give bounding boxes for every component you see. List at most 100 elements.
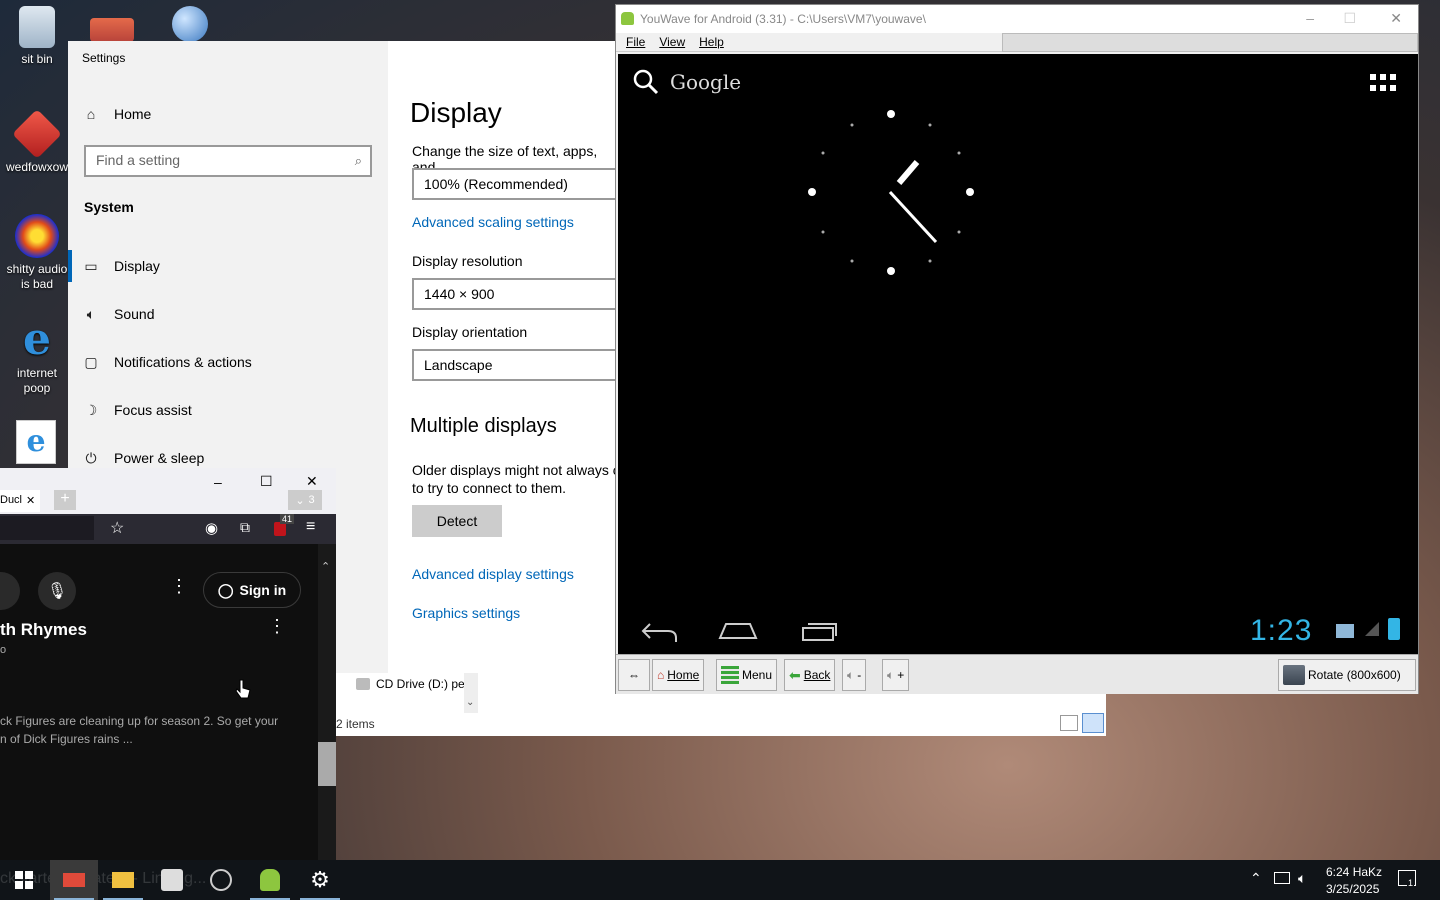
desktop-icon-audio[interactable]: shitty audio is bad — [4, 214, 70, 292]
chevron-up-icon[interactable]: ⌃ — [1250, 870, 1262, 887]
nav-focus-assist[interactable]: ☽ Focus assist — [82, 398, 192, 422]
notification-icon: ▢ — [84, 353, 98, 370]
back-label: Back — [803, 668, 831, 682]
orientation-label: Display orientation — [412, 324, 528, 340]
youwave-title: YouWave for Android (3.31) - C:\Users\VM… — [640, 12, 926, 26]
volume-up-button[interactable]: 🔈︎ + — [882, 659, 910, 691]
nav-home[interactable]: ⌂ Home — [82, 102, 152, 126]
back-button[interactable]: ⬅ Back — [784, 659, 836, 691]
android-recents-icon[interactable] — [800, 620, 840, 642]
taskbar-app-media[interactable] — [197, 860, 245, 900]
nav-home-label: Home — [114, 106, 152, 122]
globe-icon[interactable] — [172, 6, 208, 42]
resolution-value: 1440 × 900 — [424, 286, 495, 302]
android-screen[interactable]: Google 1:23 — [618, 54, 1418, 654]
youwave-toolbar: ⇔ ⌂ Home Menu ⬅ Back 🔈︎ - 🔈︎ + Rotate (8… — [616, 654, 1418, 694]
orientation-value: Landscape — [424, 357, 493, 373]
start-button[interactable] — [0, 860, 48, 900]
menu-file[interactable]: File — [626, 35, 645, 49]
menu-button[interactable]: Menu — [716, 659, 778, 691]
network-icon[interactable] — [1274, 872, 1290, 884]
system-clock[interactable]: 6:24 HaKz 3/25/2025 — [1326, 864, 1382, 898]
search-placeholder: Find a setting — [96, 152, 181, 168]
video-options-icon[interactable]: ⋮ — [268, 616, 286, 637]
menu-help[interactable]: Help — [699, 35, 724, 49]
power-icon: ⏻ — [85, 449, 97, 466]
minimize-button[interactable]: – — [214, 474, 222, 490]
nav-focus-label: Focus assist — [114, 402, 192, 418]
browser-tab[interactable]: Ducl ✕ — [0, 490, 40, 512]
close-button[interactable]: ✕ — [1390, 10, 1402, 27]
rotate-button[interactable]: Rotate (800x600) — [1278, 659, 1416, 691]
video-title[interactable]: th Rhymes — [0, 620, 87, 640]
extensions-icon[interactable]: ⧉ — [240, 519, 250, 536]
cd-drive-item[interactable]: CD Drive (D:) pe — [356, 677, 465, 691]
taskbar-app-youwave[interactable] — [246, 860, 294, 900]
tab-list-button[interactable]: ⌄ 3 — [288, 490, 322, 510]
nav-power-sleep[interactable]: ⏻ Power & sleep — [82, 446, 204, 470]
multiple-displays-heading: Multiple displays — [410, 415, 557, 437]
youtube-page: 🎙︎ ⋮ ◯ Sign in th Rhymes ⋮ o ck Figures … — [0, 544, 318, 862]
maximize-button[interactable]: ☐ — [260, 473, 273, 490]
more-options-icon[interactable]: ⋮ — [170, 576, 188, 597]
volume-down-button[interactable]: 🔈︎ - — [842, 659, 867, 691]
page-scrollbar[interactable]: ⌃ — [318, 560, 336, 862]
youwave-menubar: File View Help — [616, 33, 1002, 52]
sign-in-button[interactable]: ◯ Sign in — [203, 572, 301, 608]
scrollbar-thumb[interactable] — [318, 742, 336, 786]
resolution-dropdown[interactable]: 1440 × 900 — [412, 278, 620, 310]
google-search-bar[interactable]: Google — [632, 68, 741, 96]
taskbar-app-red-box[interactable] — [50, 860, 98, 900]
sign-in-label: Sign in — [239, 582, 287, 598]
advanced-scaling-link[interactable]: Advanced scaling settings — [412, 214, 574, 230]
desktop-icon-partial-1[interactable] — [90, 18, 134, 42]
account-icon[interactable]: ◉ — [205, 519, 218, 537]
hamburger-menu-icon[interactable]: ≡ — [306, 518, 315, 536]
analog-clock-widget[interactable] — [796, 100, 986, 290]
url-bar[interactable] — [0, 516, 94, 540]
orientation-dropdown[interactable]: Landscape — [412, 349, 620, 381]
resize-button[interactable]: ⇔ — [618, 659, 650, 691]
app-drawer-icon[interactable] — [1370, 74, 1396, 92]
search-button[interactable] — [0, 572, 20, 610]
action-center-icon[interactable]: 1 — [1398, 870, 1416, 888]
large-icons-view-icon[interactable] — [1082, 713, 1104, 733]
menu-label: Menu — [742, 668, 773, 682]
search-icon — [633, 69, 659, 95]
advanced-display-link[interactable]: Advanced display settings — [412, 566, 574, 582]
recycle-bin-icon — [19, 6, 55, 48]
desktop-icon-internet[interactable]: e internet poop — [4, 318, 70, 396]
taskbar-app-file-explorer[interactable] — [99, 860, 147, 900]
home-button[interactable]: ⌂ Home — [652, 659, 705, 691]
nav-display[interactable]: ▭ Display — [82, 254, 160, 278]
microphone-icon[interactable]: 🎙︎ — [38, 572, 76, 610]
ublock-icon[interactable] — [274, 522, 286, 536]
bookmark-star-icon[interactable]: ☆ — [110, 518, 124, 538]
ublock-badge: 41 — [280, 514, 295, 524]
explorer-scrollbar[interactable]: ⌄ — [464, 673, 478, 713]
status-clock: 1:23 — [1250, 614, 1313, 647]
volume-icon[interactable]: 🔈︎ — [1298, 870, 1306, 887]
menu-view[interactable]: View — [659, 35, 685, 49]
maximize-button[interactable]: ☐ — [1343, 10, 1356, 27]
close-button[interactable]: ✕ — [306, 473, 318, 490]
nav-sound[interactable]: 🔈︎ Sound — [82, 302, 155, 326]
graphics-settings-link[interactable]: Graphics settings — [412, 605, 520, 621]
settings-search-input[interactable]: Find a setting ⌕ — [84, 145, 372, 177]
scale-dropdown[interactable]: 100% (Recommended) — [412, 168, 620, 200]
desktop-icon-recycle-bin[interactable]: sit bin — [4, 6, 70, 67]
desktop-icon-wedfowxow[interactable]: wedfowxow — [4, 109, 70, 175]
nav-notifications[interactable]: ▢ Notifications & actions — [82, 350, 251, 374]
menu-icon — [721, 666, 739, 684]
internet-explorer-doc-icon[interactable]: e — [16, 420, 56, 464]
taskbar-app-settings[interactable]: ⚙ — [296, 860, 344, 900]
android-back-icon[interactable] — [640, 620, 680, 644]
android-home-icon[interactable] — [718, 620, 758, 642]
detect-button[interactable]: Detect — [412, 505, 502, 537]
gear-icon: ⚙ — [310, 867, 330, 892]
minimize-button[interactable]: – — [1306, 10, 1314, 26]
details-view-icon[interactable] — [1060, 715, 1078, 731]
new-tab-button[interactable]: + — [54, 490, 76, 510]
taskbar-app-utility[interactable] — [148, 860, 196, 900]
clock-time: 6:24 HaKz — [1326, 865, 1383, 879]
